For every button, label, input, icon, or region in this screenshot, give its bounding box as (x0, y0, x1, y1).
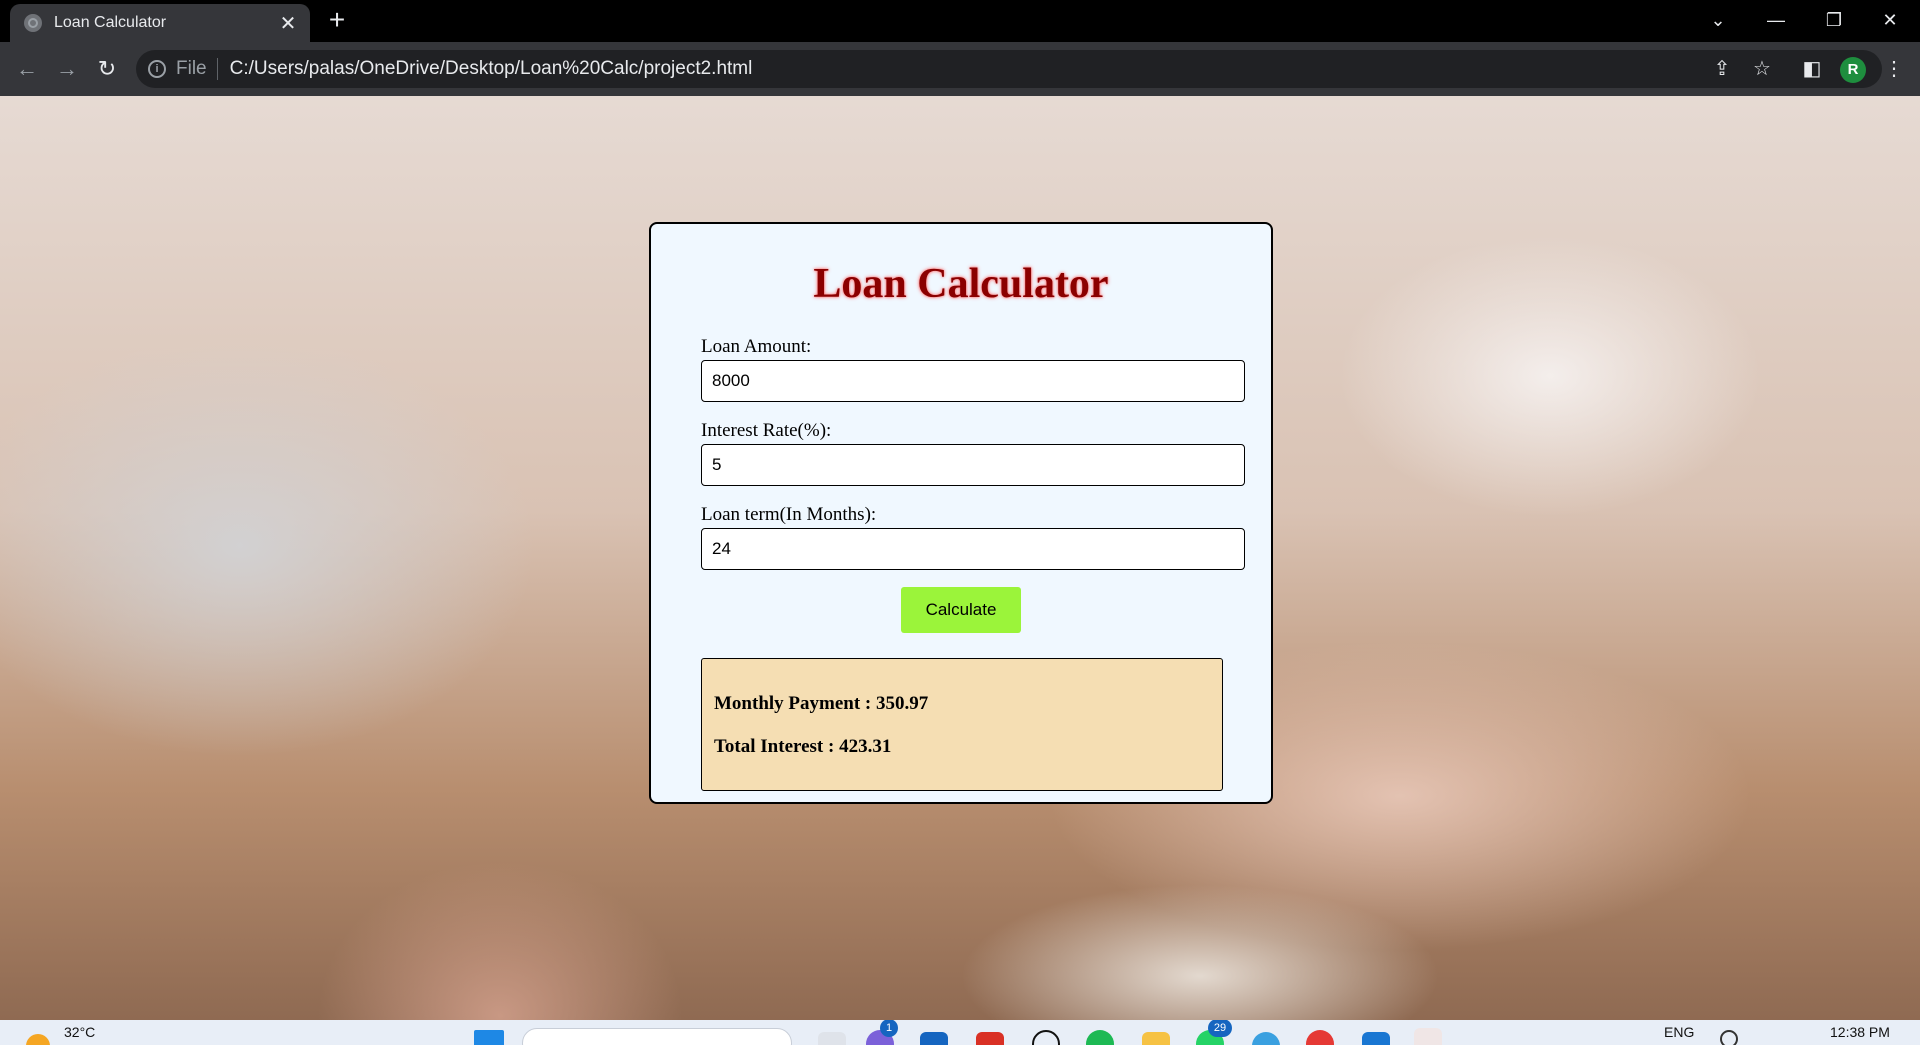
browser-tab-strip: Loan Calculator ✕ + ⌄ — ❐ ✕ (0, 0, 1920, 42)
windows-start-icon[interactable] (474, 1030, 504, 1045)
result-box: Monthly Payment : 350.97 Total Interest … (701, 658, 1223, 791)
taskbar-search-box[interactable] (522, 1028, 792, 1045)
telegram-icon[interactable] (1252, 1032, 1280, 1045)
clock-time[interactable]: 12:38 PM (1830, 1024, 1890, 1040)
tab-search-icon[interactable]: ⌄ (1690, 0, 1746, 40)
interest-rate-input[interactable] (701, 444, 1245, 486)
new-tab-button[interactable]: + (322, 6, 352, 36)
task-view-icon[interactable] (818, 1032, 846, 1045)
loan-term-input[interactable] (701, 528, 1245, 570)
page-viewport: Loan Calculator Loan Amount: Interest Ra… (0, 96, 1920, 1020)
side-panel-icon[interactable]: ◧ (1798, 55, 1826, 83)
notification-badge: 29 (1208, 1020, 1232, 1037)
tab-title: Loan Calculator (54, 14, 167, 31)
loan-term-label: Loan term(In Months): (701, 504, 877, 525)
weather-temperature[interactable]: 32°C (64, 1024, 95, 1040)
menu-kebab-icon[interactable]: ⋮ (1880, 55, 1908, 83)
interest-rate-label: Interest Rate(%): (701, 420, 832, 441)
bookmark-star-icon[interactable]: ☆ (1748, 55, 1776, 83)
share-icon[interactable]: ⇪ (1708, 55, 1736, 83)
opera-icon[interactable] (1306, 1030, 1334, 1045)
vscode-icon[interactable] (1362, 1032, 1390, 1045)
browser-tab[interactable]: Loan Calculator ✕ (10, 4, 310, 42)
windows-taskbar: 32°C 1 29 ENG 12:38 PM (0, 1020, 1920, 1045)
notification-badge: 1 (880, 1020, 898, 1037)
tab-close-icon[interactable]: ✕ (278, 11, 298, 36)
url-text[interactable]: C:/Users/palas/OneDrive/Desktop/Loan%20C… (230, 58, 753, 80)
chrome-icon[interactable] (1414, 1028, 1442, 1045)
profile-avatar[interactable]: R (1840, 57, 1866, 83)
language-indicator[interactable]: ENG (1664, 1024, 1694, 1040)
total-interest-text: Total Interest : 423.31 (714, 736, 892, 757)
spotify-icon[interactable] (1086, 1030, 1114, 1045)
file-scheme-label: File (176, 58, 218, 80)
wifi-icon[interactable] (1720, 1030, 1738, 1045)
forward-icon[interactable]: → (52, 54, 82, 84)
gmail-icon[interactable] (976, 1032, 1004, 1045)
loan-amount-label: Loan Amount: (701, 336, 812, 357)
github-icon[interactable] (1032, 1030, 1060, 1045)
calculate-button[interactable]: Calculate (901, 587, 1021, 633)
page-title: Loan Calculator (813, 261, 1109, 307)
back-icon[interactable]: ← (12, 54, 42, 84)
globe-icon (24, 14, 42, 32)
loan-amount-input[interactable] (701, 360, 1245, 402)
reload-icon[interactable]: ↻ (92, 54, 122, 84)
close-window-icon[interactable]: ✕ (1862, 0, 1918, 40)
calculator-card: Loan Calculator Loan Amount: Interest Ra… (649, 222, 1273, 804)
minimize-icon[interactable]: — (1748, 0, 1804, 40)
file-explorer-icon[interactable] (1142, 1032, 1170, 1045)
weather-sun-icon[interactable] (26, 1034, 50, 1045)
store-icon[interactable] (920, 1032, 948, 1045)
browser-toolbar: ← → ↻ i File C:/Users/palas/OneDrive/Des… (0, 42, 1920, 96)
info-icon[interactable]: i (148, 60, 166, 78)
address-bar[interactable]: i File C:/Users/palas/OneDrive/Desktop/L… (136, 50, 1882, 88)
monthly-payment-text: Monthly Payment : 350.97 (714, 693, 929, 714)
restore-icon[interactable]: ❐ (1806, 0, 1862, 40)
